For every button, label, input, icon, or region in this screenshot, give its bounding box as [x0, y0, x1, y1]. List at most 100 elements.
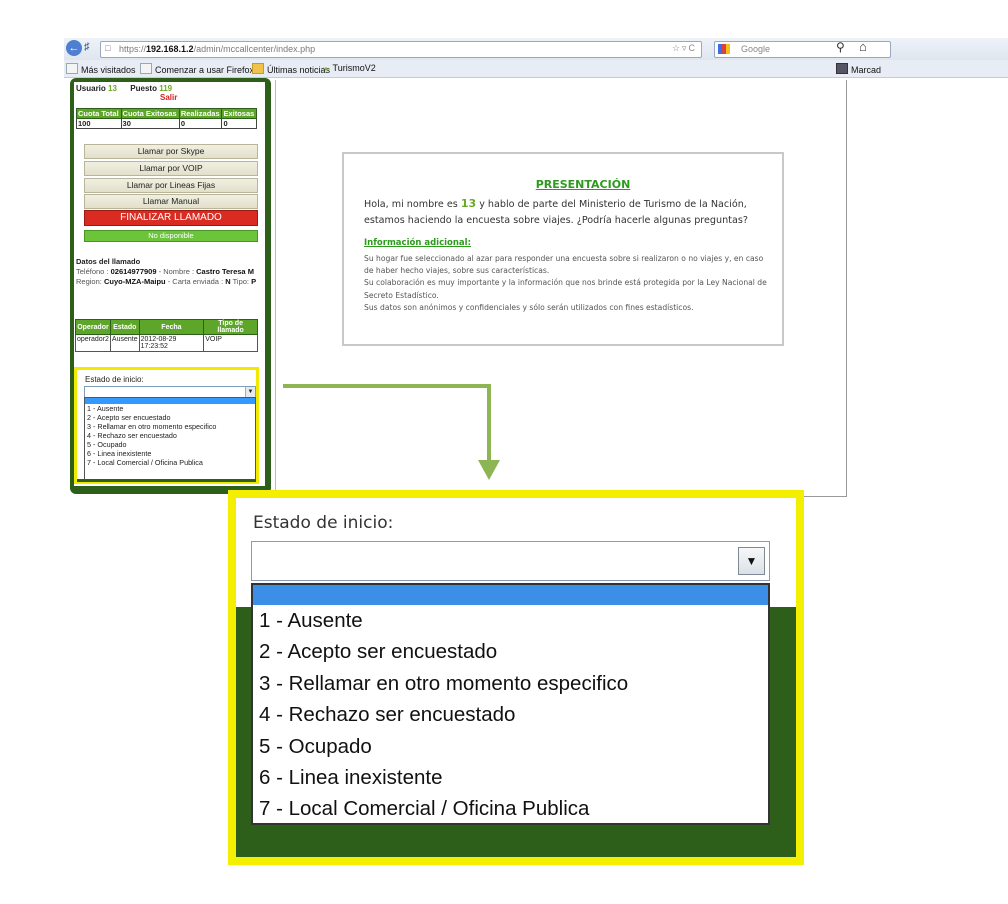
- operator-number: 13: [460, 197, 477, 210]
- type-label: Tipo:: [232, 277, 250, 286]
- ops-cell: 2012-08-29 17:23:52: [138, 334, 205, 352]
- ops-header: Estado: [109, 319, 140, 335]
- phone-value: 02614977909: [110, 267, 157, 276]
- ops-cell: operador2: [75, 334, 111, 352]
- lock-icon: □: [105, 43, 111, 53]
- ops-header: Fecha: [138, 319, 205, 335]
- arrow-down-icon: [478, 460, 500, 480]
- address-bar[interactable]: □ https://192.168.1.2/admin/mccallcenter…: [100, 41, 702, 58]
- zoomed-estado-option[interactable]: 6 - Linea inexistente: [253, 762, 768, 793]
- letter-value: N: [225, 277, 231, 286]
- zoomed-estado-label: Estado de inicio:: [253, 513, 394, 533]
- info-line: Su colaboración es muy importante y la i…: [364, 278, 767, 300]
- info-line: Sus datos son anónimos y confidenciales …: [364, 302, 694, 312]
- panel-footer: [77, 479, 256, 482]
- quota-cell: 100: [76, 118, 122, 129]
- call-details-title: Datos del llamado: [76, 257, 141, 266]
- quota-table: Cuota Total Cuota Exitosas Realizadas Ex…: [76, 108, 257, 129]
- dropdown-highlighted-blank-option[interactable]: [253, 585, 768, 605]
- bookmarks-menu-icon: [836, 63, 848, 74]
- quota-cell: 30: [120, 118, 180, 129]
- usuario-value: 13: [108, 84, 117, 93]
- quota-header: Realizadas: [178, 108, 223, 119]
- call-manual-button[interactable]: Llamar Manual: [84, 194, 258, 209]
- zoomed-estado-select[interactable]: ▼: [251, 541, 770, 581]
- additional-info-text: Su hogar fue seleccionado al azar para r…: [364, 253, 768, 314]
- phone-label: Teléfono :: [76, 267, 109, 276]
- call-landline-button[interactable]: Llamar por Lineas Fijas: [84, 178, 258, 193]
- logout-link[interactable]: Salir: [160, 93, 177, 102]
- presentation-text-start: Hola, mi nombre es: [364, 199, 458, 210]
- zoomed-estado-option[interactable]: 2 - Acepto ser encuestado: [253, 636, 768, 667]
- back-arrow-icon[interactable]: ←: [66, 40, 82, 56]
- estado-highlight-box: Estado de inicio: ▼ 1 - Ausente 2 - Acep…: [74, 367, 259, 484]
- zoomed-estado-option[interactable]: 3 - Rellamar en otro momento especifico: [253, 668, 768, 699]
- call-skype-button[interactable]: Llamar por Skype: [84, 144, 258, 159]
- star-reload-icon[interactable]: ☆▿C: [672, 43, 697, 54]
- presentation-box: PRESENTACIÓN Hola, mi nombre es 13 y hab…: [342, 152, 784, 346]
- bookmark-mas-visitados[interactable]: Más visitados: [66, 63, 136, 75]
- quota-cell: 0: [221, 118, 257, 129]
- ops-cell: Ausente: [109, 334, 140, 352]
- estado-label: Estado de inicio:: [85, 375, 144, 384]
- ops-header: Operador: [75, 319, 111, 335]
- usuario-label: Usuario: [76, 84, 106, 93]
- call-panel: Usuario 13 Puesto 119 Salir Cuota Total …: [74, 82, 265, 486]
- region-label: Region:: [76, 277, 102, 286]
- estado-option[interactable]: 4 - Rechazo ser encuestado: [85, 431, 255, 440]
- zoomed-dropdown-callout: Estado de inicio: ▼ 1 - Ausente 2 - Acep…: [228, 490, 804, 865]
- operator-history-table: Operador Estado Fecha Tipo de llamado op…: [75, 319, 258, 352]
- search-icon[interactable]: ⚲: [836, 40, 845, 54]
- quota-header: Exitosas: [221, 108, 257, 119]
- call-details: Datos del llamado Teléfono : 02614977909…: [76, 257, 260, 287]
- letter-label: - Carta enviada :: [167, 277, 224, 286]
- zoomed-estado-option[interactable]: 7 - Local Comercial / Oficina Publica: [253, 793, 768, 824]
- estado-option[interactable]: 7 - Local Comercial / Oficina Publica: [85, 458, 255, 467]
- leaf-icon: ❧: [322, 64, 330, 74]
- estado-option[interactable]: 6 - Linea inexistente: [85, 449, 255, 458]
- zoomed-estado-option[interactable]: 4 - Rechazo ser encuestado: [253, 699, 768, 730]
- table-row: operador2 Ausente 2012-08-29 17:23:52 VO…: [75, 334, 258, 352]
- url-text: https://192.168.1.2/admin/mccallcenter/i…: [119, 44, 316, 54]
- bookmark-marcadores[interactable]: Marcad: [836, 63, 881, 75]
- estado-dropdown-list: 1 - Ausente 2 - Acepto ser encuestado 3 …: [84, 397, 256, 481]
- zoomed-estado-option[interactable]: 5 - Ocupado: [253, 731, 768, 762]
- bookmark-icon: [66, 63, 78, 74]
- bookmarks-bar: Más visitados Comenzar a usar Firefox Úl…: [64, 60, 1008, 78]
- quota-cell: 0: [178, 118, 223, 129]
- estado-option[interactable]: 1 - Ausente: [85, 404, 255, 413]
- presentation-title: PRESENTACIÓN: [535, 178, 631, 191]
- user-line: Usuario 13 Puesto 119: [76, 84, 172, 93]
- region-value: Cuyo-MZA-Maipu: [103, 277, 166, 286]
- home-icon[interactable]: ⌂: [859, 39, 867, 54]
- end-call-button[interactable]: FINALIZAR LLAMADO: [84, 210, 258, 226]
- estado-option[interactable]: 3 - Rellamar en otro momento especifico: [85, 422, 255, 431]
- zoomed-estado-option[interactable]: 1 - Ausente: [253, 605, 768, 636]
- chevron-down-icon[interactable]: ▼: [738, 547, 765, 575]
- call-voip-button[interactable]: Llamar por VOIP: [84, 161, 258, 176]
- google-icon: [718, 44, 730, 54]
- type-value: P: [251, 277, 257, 286]
- presentation-text: Hola, mi nombre es 13 y hablo de parte d…: [364, 196, 766, 229]
- quota-header: Cuota Exitosas: [120, 108, 180, 119]
- puesto-value: 119: [159, 84, 173, 93]
- connector-line: [283, 384, 491, 388]
- chevron-down-icon[interactable]: ▼: [245, 387, 255, 397]
- connector-line: [487, 384, 491, 462]
- ops-cell: VOIP: [203, 334, 258, 352]
- bookmark-comenzar-firefox[interactable]: Comenzar a usar Firefox: [140, 63, 254, 75]
- availability-status-button[interactable]: No disponible: [84, 230, 258, 242]
- zoomed-estado-dropdown-list: 1 - Ausente 2 - Acepto ser encuestado 3 …: [251, 583, 770, 825]
- identity-key-icon[interactable]: ♯: [84, 41, 96, 55]
- estado-option[interactable]: 5 - Ocupado: [85, 440, 255, 449]
- rss-folder-icon: [252, 63, 264, 74]
- name-value: Castro Teresa M: [196, 267, 254, 276]
- bookmark-ultimas-noticias[interactable]: Últimas noticias: [252, 63, 330, 75]
- bookmark-turismov2[interactable]: ❧ TurismoV2: [322, 63, 376, 74]
- puesto-label: Puesto: [130, 84, 157, 93]
- estado-option[interactable]: 2 - Acepto ser encuestado: [85, 413, 255, 422]
- name-label: - Nombre :: [158, 267, 195, 276]
- info-line: Su hogar fue seleccionado al azar para r…: [364, 254, 764, 276]
- search-placeholder: Google: [741, 44, 771, 54]
- browser-toolbar: ← ♯ □ https://192.168.1.2/admin/mccallce…: [64, 38, 1008, 61]
